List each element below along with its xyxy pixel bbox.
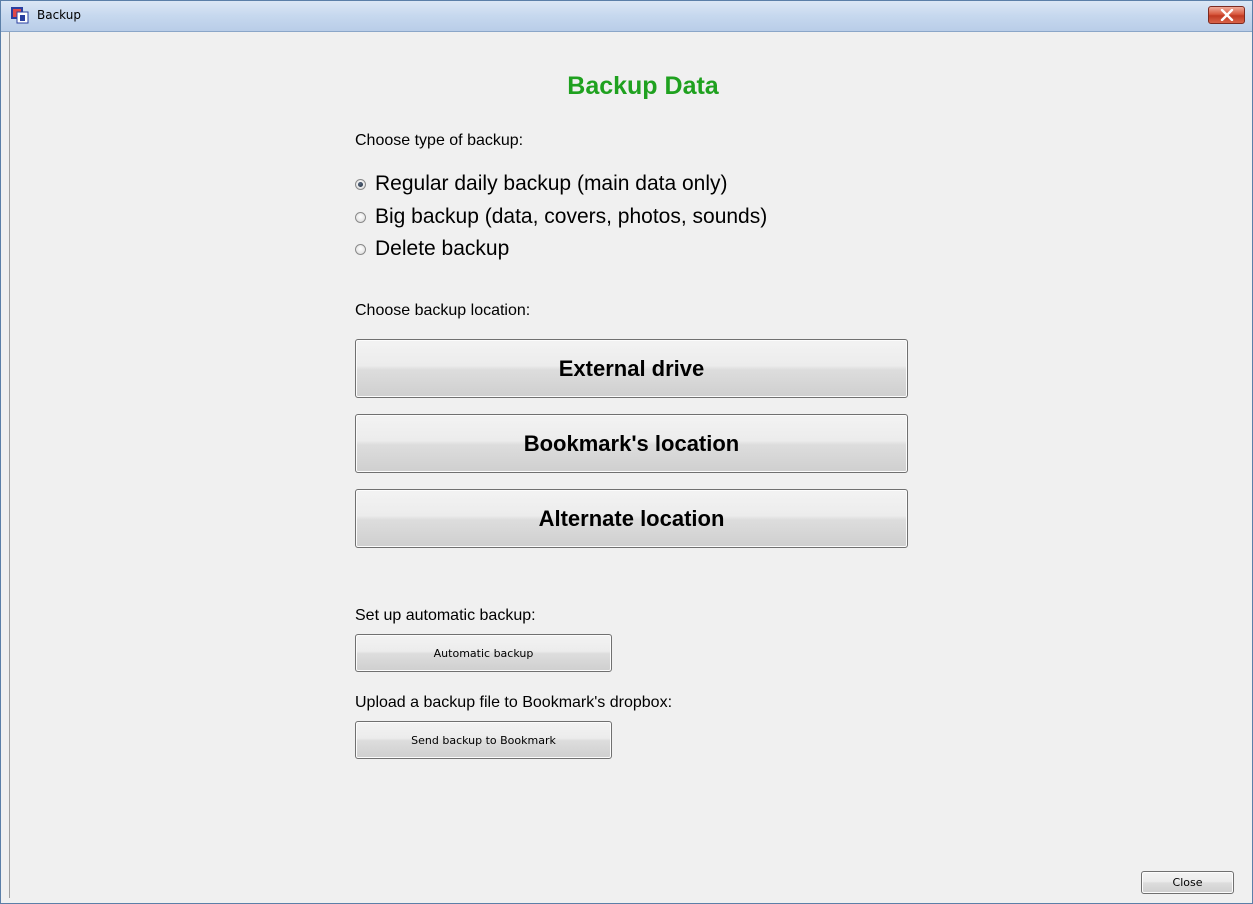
app-icon: [11, 7, 29, 24]
title-bar[interactable]: Backup: [1, 1, 1252, 32]
send-backup-button[interactable]: Send backup to Bookmark: [355, 721, 612, 759]
automatic-backup-label: Set up automatic backup:: [355, 607, 536, 624]
external-drive-button[interactable]: External drive: [355, 339, 908, 398]
page-title: Backup Data: [567, 72, 719, 100]
radio-button[interactable]: [355, 178, 366, 190]
radio-label: Delete backup: [375, 237, 510, 260]
automatic-backup-button[interactable]: Automatic backup: [355, 634, 612, 672]
dialog-content: Backup Data Choose type of backup: Regul…: [9, 32, 1246, 898]
upload-label: Upload a backup file to Bookmark's dropb…: [355, 694, 673, 711]
window-title: Backup: [37, 8, 81, 22]
backup-type-label: Choose type of backup:: [355, 132, 524, 149]
alternate-location-button[interactable]: Alternate location: [355, 489, 908, 548]
backup-window: Backup Backup Data Choose type of backup…: [0, 0, 1253, 904]
radio-regular-backup[interactable]: Regular daily backup (main data only): [355, 170, 728, 198]
backup-location-label: Choose backup location:: [355, 302, 531, 319]
radio-label: Big backup (data, covers, photos, sounds…: [375, 205, 768, 228]
radio-delete-backup[interactable]: Delete backup: [355, 235, 509, 263]
radio-big-backup[interactable]: Big backup (data, covers, photos, sounds…: [355, 203, 767, 231]
radio-label: Regular daily backup (main data only): [375, 172, 728, 195]
radio-button[interactable]: [355, 243, 366, 255]
radio-button[interactable]: [355, 211, 366, 223]
window-close-button[interactable]: [1208, 6, 1245, 24]
close-button[interactable]: Close: [1141, 871, 1234, 894]
close-icon: [1220, 9, 1234, 21]
bookmark-location-button[interactable]: Bookmark's location: [355, 414, 908, 473]
